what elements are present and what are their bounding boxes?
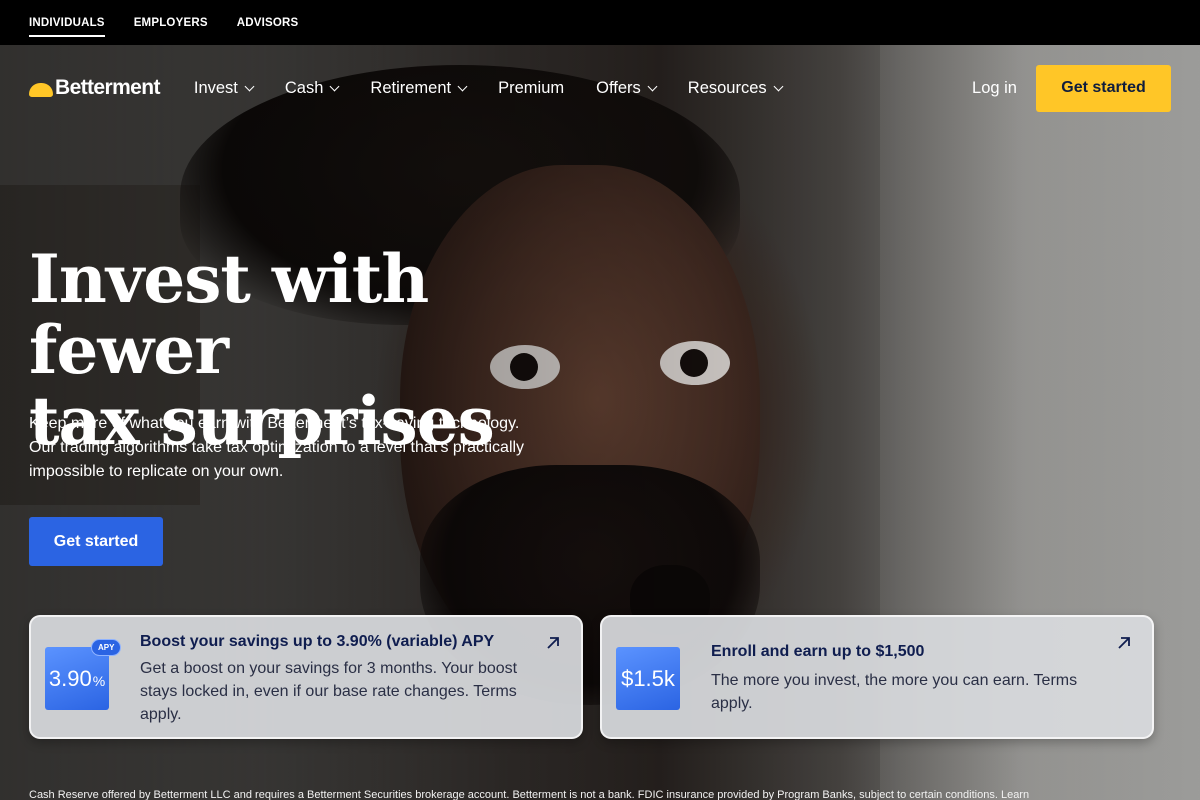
audience-tab-advisors[interactable]: ADVISORS <box>237 13 299 33</box>
nav-item-label: Cash <box>284 78 324 97</box>
get-started-hero-button[interactable]: Get started <box>29 517 163 566</box>
promo-card-enroll-earn[interactable]: $1.5k Enroll and earn up to $1,500 The m… <box>600 615 1154 739</box>
bonus-badge: $1.5k <box>616 647 680 710</box>
audience-tab-employers[interactable]: EMPLOYERS <box>134 13 208 33</box>
chevron-down-icon <box>244 81 255 91</box>
nav-item-label: Retirement <box>370 78 452 97</box>
get-started-nav-button[interactable]: Get started <box>1036 64 1171 112</box>
chevron-down-icon <box>329 81 340 91</box>
nav-item-offers[interactable]: Offers <box>596 78 658 98</box>
promo-card-title: Enroll and earn up to $1,500 <box>711 643 925 660</box>
nav-item-label: Resources <box>687 78 767 97</box>
apy-badge: 3.90% APY <box>45 639 122 710</box>
nav-item-label: Offers <box>596 78 641 97</box>
arrow-up-right-icon <box>1118 637 1130 649</box>
nav-item-retirement[interactable]: Retirement <box>370 78 468 98</box>
promo-card-body: The more you invest, the more you can ea… <box>711 672 1078 712</box>
chevron-down-icon <box>457 81 468 91</box>
logo-text: Betterment <box>55 76 160 99</box>
logo-link[interactable]: Betterment <box>29 76 160 100</box>
nav-item-resources[interactable]: Resources <box>687 78 784 98</box>
nav-item-cash[interactable]: Cash <box>284 78 340 98</box>
nav-item-label: Premium <box>498 78 565 97</box>
nav-item-invest[interactable]: Invest <box>193 78 255 98</box>
apy-badge-suffix: % <box>92 672 106 689</box>
main-nav: Betterment Invest Cash Retirement Premiu… <box>0 45 1200 131</box>
promo-card-savings-boost[interactable]: 3.90% APY Boost your savings up to 3.90%… <box>29 615 583 739</box>
hero-headline-line-1: Invest with fewer <box>29 240 429 389</box>
audience-tab-individuals[interactable]: INDIVIDUALS <box>29 13 105 37</box>
nav-item-label: Invest <box>193 78 238 97</box>
cash-reserve-disclaimer: Cash Reserve offered by Betterment LLC a… <box>29 789 1030 800</box>
login-link[interactable]: Log in <box>972 79 1017 98</box>
chevron-down-icon <box>647 81 658 91</box>
promo-card-body: Get a boost on your savings for 3 months… <box>140 660 518 723</box>
bonus-badge-value: $1.5k <box>621 665 675 691</box>
nav-item-premium[interactable]: Premium <box>498 79 564 98</box>
betterment-logo-icon <box>29 82 53 97</box>
apy-badge-value: 3.90 <box>48 665 92 691</box>
audience-bar: INDIVIDUALS EMPLOYERS ADVISORS <box>0 0 1200 45</box>
arrow-up-right-icon <box>547 637 559 649</box>
promo-card-title: Boost your savings up to 3.90% (variable… <box>140 633 495 650</box>
apy-tag: APY <box>91 639 122 656</box>
nav-actions: Log in Get started <box>972 64 1171 112</box>
nav-menu: Invest Cash Retirement Premium Offers Re… <box>193 78 784 98</box>
hero-subcopy: Keep more of what you earn with Betterme… <box>29 415 525 480</box>
chevron-down-icon <box>773 81 784 91</box>
